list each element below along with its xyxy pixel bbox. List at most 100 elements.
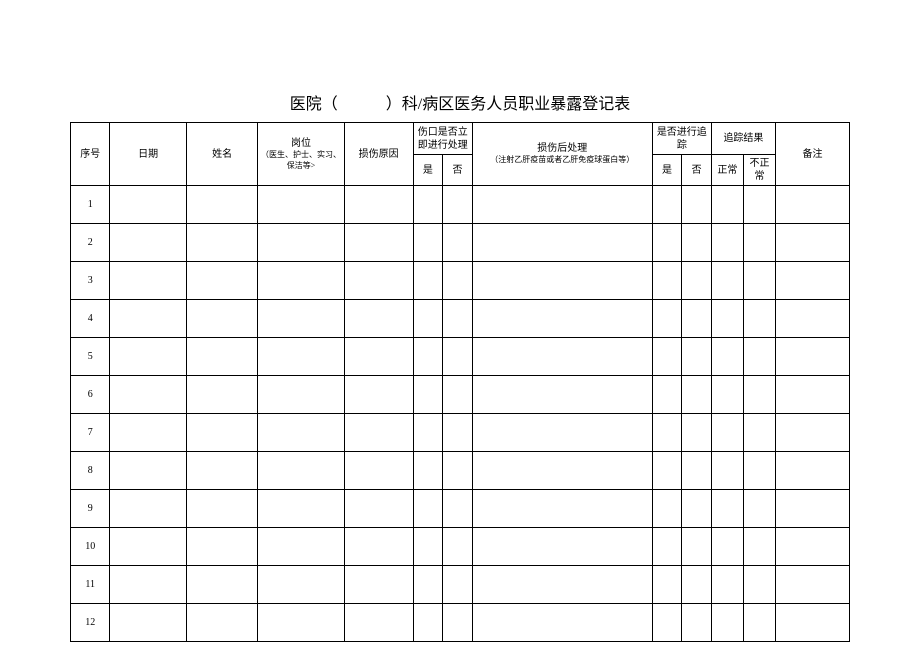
cell-empty xyxy=(258,224,344,262)
cell-empty xyxy=(443,566,473,604)
cell-empty xyxy=(682,528,712,566)
cell-empty xyxy=(344,566,413,604)
cell-empty xyxy=(743,186,775,224)
th-track: 是否进行追踪 xyxy=(652,123,711,155)
cell-empty xyxy=(682,604,712,642)
cell-empty xyxy=(711,224,743,262)
table-body: 123456789101112 xyxy=(71,186,850,642)
cell-empty xyxy=(652,300,682,338)
table-row: 9 xyxy=(71,490,850,528)
cell-empty xyxy=(682,262,712,300)
cell-empty xyxy=(711,452,743,490)
cell-seq: 7 xyxy=(71,414,110,452)
cell-seq: 6 xyxy=(71,376,110,414)
cell-empty xyxy=(682,414,712,452)
cell-empty xyxy=(743,376,775,414)
cell-empty xyxy=(775,186,849,224)
cell-empty xyxy=(443,376,473,414)
cell-empty xyxy=(413,490,443,528)
cell-empty xyxy=(344,338,413,376)
th-treat-sub: （注射乙肝疫苗或者乙肝免疫球蛋白等） xyxy=(474,155,651,165)
cell-empty xyxy=(775,376,849,414)
cell-empty xyxy=(443,300,473,338)
cell-seq: 4 xyxy=(71,300,110,338)
cell-empty xyxy=(443,186,473,224)
cell-empty xyxy=(775,300,849,338)
cell-empty xyxy=(682,566,712,604)
cell-empty xyxy=(110,528,186,566)
cell-empty xyxy=(472,224,652,262)
cell-empty xyxy=(186,528,257,566)
th-wound-yes: 是 xyxy=(413,155,443,186)
cell-empty xyxy=(413,186,443,224)
cell-empty xyxy=(110,338,186,376)
cell-seq: 3 xyxy=(71,262,110,300)
cell-empty xyxy=(472,186,652,224)
cell-seq: 10 xyxy=(71,528,110,566)
cell-empty xyxy=(186,490,257,528)
cell-empty xyxy=(743,528,775,566)
table-row: 7 xyxy=(71,414,850,452)
cell-empty xyxy=(110,186,186,224)
cell-empty xyxy=(186,224,257,262)
cell-empty xyxy=(775,490,849,528)
table-row: 6 xyxy=(71,376,850,414)
cell-empty xyxy=(344,452,413,490)
cell-empty xyxy=(743,490,775,528)
table-row: 11 xyxy=(71,566,850,604)
cell-empty xyxy=(258,414,344,452)
th-wound-no: 否 xyxy=(443,155,473,186)
cell-seq: 11 xyxy=(71,566,110,604)
cell-empty xyxy=(413,262,443,300)
cell-empty xyxy=(743,262,775,300)
cell-empty xyxy=(186,338,257,376)
cell-empty xyxy=(682,490,712,528)
th-track-yes: 是 xyxy=(652,155,682,186)
cell-empty xyxy=(472,452,652,490)
cell-empty xyxy=(652,262,682,300)
cell-empty xyxy=(711,566,743,604)
table-row: 3 xyxy=(71,262,850,300)
cell-empty xyxy=(443,338,473,376)
cell-empty xyxy=(186,300,257,338)
cell-empty xyxy=(413,224,443,262)
cell-empty xyxy=(743,338,775,376)
cell-seq: 2 xyxy=(71,224,110,262)
cell-empty xyxy=(186,262,257,300)
cell-empty xyxy=(775,262,849,300)
cell-empty xyxy=(258,338,344,376)
th-reason: 损伤原因 xyxy=(344,123,413,186)
cell-empty xyxy=(413,376,443,414)
cell-empty xyxy=(413,338,443,376)
cell-empty xyxy=(413,604,443,642)
cell-empty xyxy=(775,224,849,262)
th-result-normal: 正常 xyxy=(711,155,743,186)
cell-empty xyxy=(344,376,413,414)
cell-empty xyxy=(110,604,186,642)
cell-empty xyxy=(775,528,849,566)
cell-seq: 1 xyxy=(71,186,110,224)
cell-empty xyxy=(443,262,473,300)
cell-empty xyxy=(258,262,344,300)
cell-empty xyxy=(443,604,473,642)
cell-empty xyxy=(652,528,682,566)
cell-empty xyxy=(110,490,186,528)
cell-empty xyxy=(711,300,743,338)
cell-empty xyxy=(775,604,849,642)
cell-empty xyxy=(443,224,473,262)
cell-empty xyxy=(413,528,443,566)
cell-empty xyxy=(775,566,849,604)
cell-empty xyxy=(413,452,443,490)
cell-empty xyxy=(110,224,186,262)
cell-empty xyxy=(743,414,775,452)
cell-empty xyxy=(682,300,712,338)
th-wound: 伤口是否立即进行处理 xyxy=(413,123,472,155)
cell-empty xyxy=(711,376,743,414)
cell-empty xyxy=(110,300,186,338)
th-track-no: 否 xyxy=(682,155,712,186)
page-title: 医院（ ）科/病区医务人员职业暴露登记表 xyxy=(70,90,850,114)
cell-empty xyxy=(110,262,186,300)
cell-empty xyxy=(472,490,652,528)
cell-empty xyxy=(472,376,652,414)
cell-empty xyxy=(652,604,682,642)
